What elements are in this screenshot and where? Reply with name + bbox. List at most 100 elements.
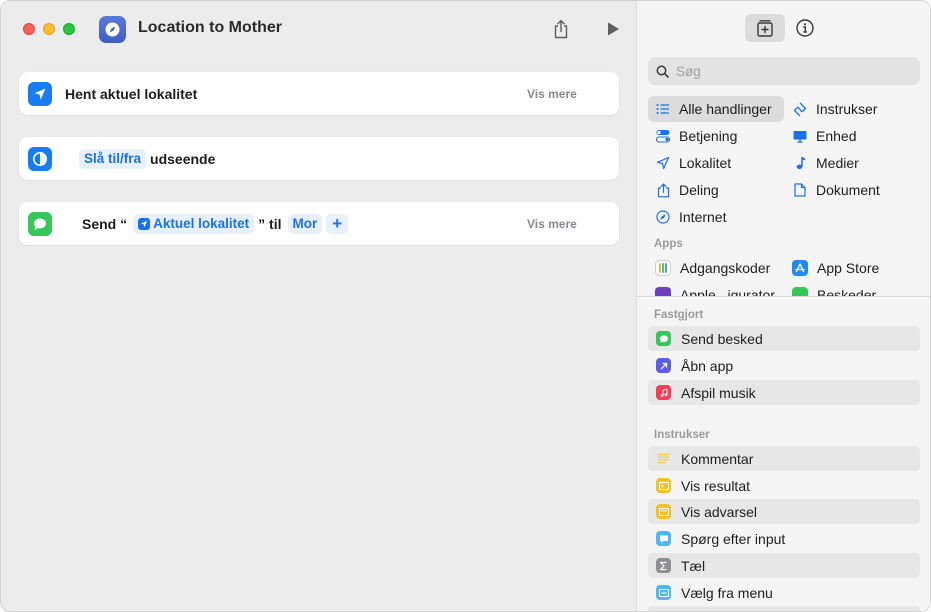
show-more-button[interactable]: Vis mere [527,72,577,115]
document-icon [792,182,808,198]
toggle-parameter[interactable]: Slå til/fra [79,148,147,169]
action-choose-from-menu[interactable]: Vælg fra menu [648,580,920,605]
sigma-icon [656,558,671,573]
recipient-token[interactable]: Mor [287,213,323,234]
action-library-tab[interactable] [745,14,785,42]
action-send-message[interactable]: Send besked [648,326,920,351]
open-app-icon [656,358,671,373]
location-action-icon [28,82,52,106]
variable-label: Aktuel lokalitet [153,216,250,231]
scripting-icon [792,101,808,117]
messages-app-icon [792,287,808,296]
app-app-store[interactable]: App Store [792,255,922,281]
appearance-icon [33,152,47,166]
details-tab[interactable] [785,14,825,42]
location-variable-icon [138,217,151,230]
action-label: Send besked [681,330,763,347]
app-store-icon [792,260,808,276]
category-label: Instrukser [816,101,878,117]
scripting-section-label: Instrukser [654,429,710,441]
add-recipient-button[interactable]: + [326,213,349,234]
category-all-actions[interactable]: Alle handlinger [648,96,784,122]
title-bar: Location to Mother [1,1,636,57]
action-send-message[interactable]: Send “ Aktuel lokalitet ” til Mor + Vis … [19,202,619,245]
action-label: Vis resultat [681,477,750,494]
minimize-window-button[interactable] [43,23,55,35]
action-label: Vælg fra menu [681,584,773,601]
shortcut-icon[interactable] [99,16,126,43]
app-apple-configurator[interactable]: Apple...igurator [655,282,795,296]
category-scripting[interactable]: Instrukser [785,96,915,122]
apps-clip-area: Apple...igurator Beskeder [637,281,930,296]
list-item[interactable] [648,606,920,611]
category-label: Deling [679,182,719,198]
configurator-app-icon [655,287,671,296]
action-open-app[interactable]: Åbn app [648,353,920,378]
category-label: Alle handlinger [679,101,772,117]
compass-icon [655,209,671,225]
info-icon [796,19,814,37]
compass-icon [105,22,120,37]
action-show-alert[interactable]: Vis advarsel [648,499,920,524]
share-icon [655,182,671,198]
pinned-section-label: Fastgjort [654,309,704,321]
category-media[interactable]: Medier [785,150,915,176]
shortcut-editor: Location to Mother Hent aktuel lokalitet… [1,1,636,611]
messages-icon [656,331,671,346]
category-documents[interactable]: Dokument [785,177,915,203]
alert-icon [656,504,671,519]
search-field[interactable] [648,57,920,85]
category-controls[interactable]: Betjening [648,123,778,149]
show-more-button[interactable]: Vis mere [527,202,577,245]
search-input[interactable] [676,63,906,79]
app-label: Beskeder [817,287,877,296]
app-messages[interactable]: Beskeder [792,282,922,296]
action-show-result[interactable]: Vis resultat [648,473,920,498]
apps-section-label: Apps [654,238,683,250]
music-note-icon [792,155,808,171]
messages-action-icon [28,212,52,236]
zoom-window-button[interactable] [63,23,75,35]
category-sharing[interactable]: Deling [648,177,778,203]
play-icon [608,22,619,36]
location-arrow-icon [140,220,148,227]
library-categories-section: Alle handlinger Betjening Lokalitet Deli… [637,1,930,296]
close-window-button[interactable] [23,23,35,35]
action-ask-for-input[interactable]: Spørg efter input [648,526,920,551]
display-icon [792,128,808,144]
menu-icon [656,585,671,600]
app-passwords[interactable]: Adgangskoder [655,255,795,281]
category-location[interactable]: Lokalitet [648,150,778,176]
action-play-music[interactable]: Afspil musik [648,380,920,405]
app-label: Adgangskoder [680,260,771,276]
action-count[interactable]: Tæl [648,553,920,578]
message-bubble-icon [34,218,46,230]
run-button[interactable] [601,17,625,41]
action-comment[interactable]: Kommentar [648,446,920,471]
action-label: udseende [150,150,216,167]
category-label: Enhed [816,128,857,144]
search-icon [656,65,669,78]
list-icon [655,101,671,117]
action-label: Spørg efter input [681,530,786,547]
category-device[interactable]: Enhed [785,123,915,149]
send-prefix: Send “ [82,215,128,232]
action-toggle-appearance[interactable]: Slå til/fra udseende [19,137,619,180]
app-label: Apple...igurator [680,287,775,296]
action-label: Afspil musik [681,384,756,401]
action-get-current-location[interactable]: Hent aktuel lokalitet Vis mere [19,72,619,115]
library-actions-list: Fastgjort Send besked Åbn app Afspil mus… [637,297,930,611]
share-button[interactable] [549,17,573,41]
variable-current-location[interactable]: Aktuel lokalitet [133,213,255,234]
library-add-icon [757,20,773,37]
category-label: Betjening [679,128,738,144]
action-label: Hent aktuel lokalitet [65,85,198,102]
category-internet[interactable]: Internet [648,204,778,230]
category-label: Medier [816,155,859,171]
shortcut-title[interactable]: Location to Mother [138,19,282,37]
action-library-panel: Alle handlinger Betjening Lokalitet Deli… [636,1,930,611]
music-icon [656,385,671,400]
location-arrow-icon [34,88,46,100]
action-label: Vis advarsel [681,503,758,520]
comment-icon [656,451,671,466]
